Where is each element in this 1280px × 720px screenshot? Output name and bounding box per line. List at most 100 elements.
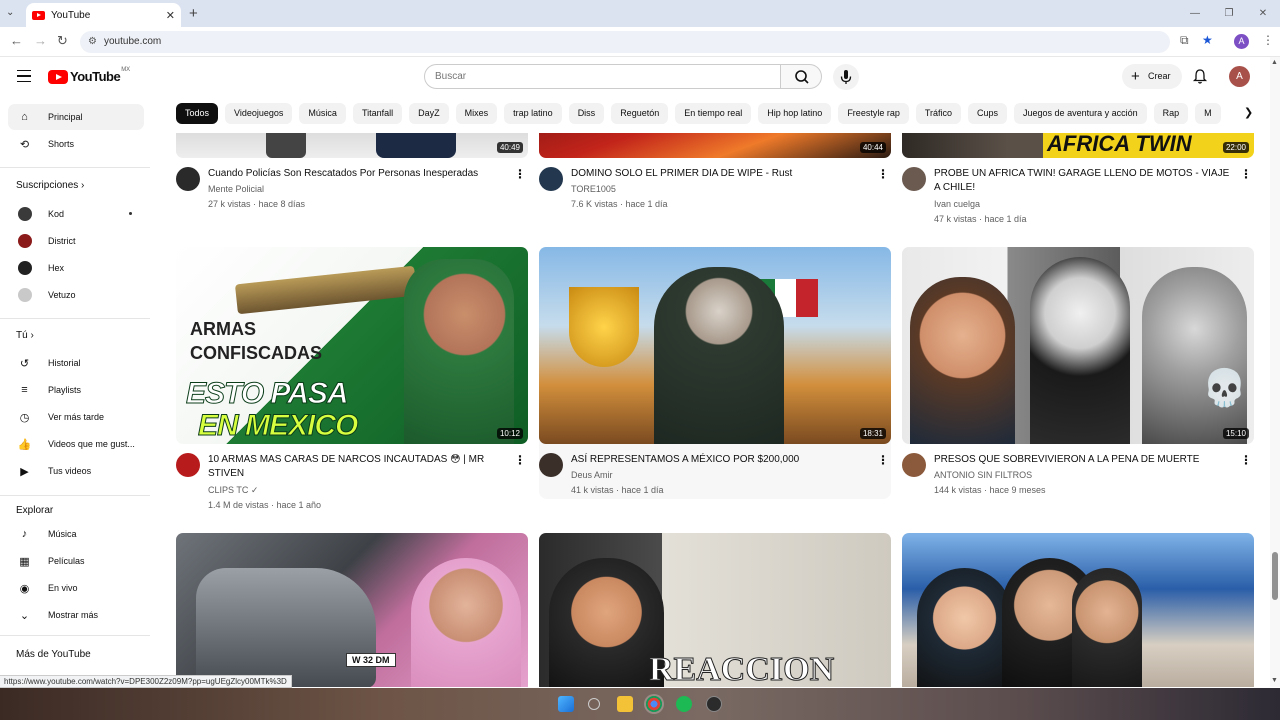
filter-chip[interactable]: Titanfall	[352, 103, 403, 124]
sidebar-item-principal[interactable]: ⌂ Principal	[8, 104, 144, 130]
video-title[interactable]: PROBE UN AFRICA TWIN! GARAGE LLENO DE MO…	[934, 167, 1234, 195]
browser-menu-icon[interactable]: ⋮	[1262, 33, 1274, 47]
channel-name[interactable]: Ivan cuelga	[934, 199, 980, 209]
subscription-item[interactable]: District	[8, 228, 144, 254]
filter-chip[interactable]: Freestyle rap	[838, 103, 909, 124]
youtube-logo[interactable]: YouTube MX	[48, 67, 130, 84]
more-options-icon[interactable]: ⋮	[514, 453, 526, 467]
create-button[interactable]: + Crear	[1122, 64, 1182, 89]
filter-chip[interactable]: Cups	[968, 103, 1008, 124]
spotify-icon[interactable]	[676, 696, 692, 712]
more-options-icon[interactable]: ⋮	[877, 453, 889, 467]
tab-search-icon[interactable]: ⌄	[6, 7, 14, 18]
channel-avatar[interactable]	[176, 453, 200, 477]
back-icon[interactable]: ←	[10, 33, 23, 48]
menu-icon[interactable]	[17, 70, 31, 82]
video-thumbnail[interactable]	[902, 533, 1254, 687]
subscriptions-heading[interactable]: Suscripciones ›	[16, 180, 84, 191]
filter-chip[interactable]: Diss	[568, 103, 605, 124]
filter-chip[interactable]: Mixes	[455, 103, 498, 124]
minimize-icon[interactable]: —	[1178, 0, 1212, 27]
close-tab-icon[interactable]: ✕	[166, 9, 175, 22]
install-app-icon[interactable]: ⧉	[1180, 33, 1189, 48]
chevron-right-icon[interactable]: ❯	[1244, 106, 1253, 119]
search-button[interactable]	[780, 64, 822, 89]
bookmark-star-icon[interactable]: ★	[1202, 33, 1213, 47]
filter-chip[interactable]: Todos	[176, 103, 219, 124]
more-options-icon[interactable]: ⋮	[1240, 167, 1252, 181]
browser-tab-youtube[interactable]: YouTube ✕	[26, 3, 181, 27]
video-thumbnail[interactable]: 40:44	[539, 133, 891, 158]
filter-chip[interactable]: Tráfico	[915, 103, 962, 124]
video-title[interactable]: 10 ARMAS MAS CARAS DE NARCOS INCAUTADAS …	[208, 453, 508, 481]
notifications-bell-icon[interactable]	[1192, 68, 1208, 90]
forward-icon[interactable]: →	[34, 33, 47, 48]
channel-name[interactable]: Mente Policial	[208, 184, 264, 194]
scroll-up-icon[interactable]: ▲	[1271, 59, 1278, 66]
file-explorer-icon[interactable]	[617, 696, 633, 712]
windows-start-icon[interactable]	[558, 696, 574, 712]
steam-icon[interactable]	[706, 696, 722, 712]
filter-chip[interactable]: Rap	[1153, 103, 1189, 124]
channel-avatar[interactable]	[539, 167, 563, 191]
search-input[interactable]: Buscar	[424, 64, 781, 89]
sidebar-item-history[interactable]: ↺ Historial	[8, 350, 144, 376]
sidebar-item-chevron-down[interactable]: ⌄ Mostrar más	[8, 602, 144, 628]
more-options-icon[interactable]: ⋮	[877, 167, 889, 181]
filter-chip[interactable]: DayZ	[409, 103, 449, 124]
chrome-icon[interactable]	[646, 696, 662, 712]
video-title[interactable]: ASÍ REPRESENTAMOS A MÉXICO POR $200,000	[571, 453, 871, 467]
channel-avatar[interactable]	[902, 167, 926, 191]
page-scrollbar[interactable]: ▲ ▼	[1270, 57, 1280, 687]
subscription-item[interactable]: Hex	[8, 255, 144, 281]
scrollbar-thumb[interactable]	[1272, 552, 1278, 600]
reload-icon[interactable]: ↻	[57, 33, 68, 49]
restore-icon[interactable]: ❐	[1212, 0, 1246, 27]
video-title[interactable]: PRESOS QUE SOBREVIVIERON A LA PENA DE MU…	[934, 453, 1234, 467]
filter-chip[interactable]: Videojuegos	[225, 103, 293, 124]
video-thumbnail[interactable]: 💀 15:10	[902, 247, 1254, 444]
video-thumbnail[interactable]: AFRICA TWIN 22:00	[902, 133, 1254, 158]
sidebar-item-watch-later[interactable]: ◷ Ver más tarde	[8, 404, 144, 430]
sidebar-item-music[interactable]: ♪ Música	[8, 521, 144, 547]
close-window-icon[interactable]: ✕	[1246, 0, 1280, 27]
channel-name[interactable]: Deus Amir	[571, 470, 613, 480]
browser-profile-avatar[interactable]: A	[1234, 34, 1249, 49]
scroll-down-icon[interactable]: ▼	[1271, 677, 1278, 684]
search-taskbar-icon[interactable]	[588, 698, 600, 710]
sidebar-item-your-videos[interactable]: ▶ Tus videos	[8, 458, 144, 484]
sidebar-item-shorts[interactable]: ⟲ Shorts	[8, 131, 144, 157]
video-thumbnail[interactable]: 40:49	[176, 133, 528, 158]
channel-avatar[interactable]	[539, 453, 563, 477]
subscription-item[interactable]: Kod	[8, 201, 144, 227]
sidebar-item-playlists[interactable]: ≡ Playlists	[8, 377, 144, 403]
filter-chip[interactable]: Juegos de aventura y acción	[1014, 103, 1147, 124]
new-tab-icon[interactable]: +	[189, 5, 198, 22]
filter-chip[interactable]: Reguetón	[611, 103, 669, 124]
video-thumbnail[interactable]: ARMAS CONFISCADAS ESTO PASA EN MEXICO 10…	[176, 247, 528, 444]
video-thumbnail[interactable]: REACCION	[539, 533, 891, 687]
subscription-item[interactable]: Vetuzo	[8, 282, 144, 308]
more-options-icon[interactable]: ⋮	[1240, 453, 1252, 467]
filter-chip[interactable]: trap latino	[504, 103, 562, 124]
sidebar-item-live[interactable]: ◉ En vivo	[8, 575, 144, 601]
sidebar-item-movies[interactable]: ▦ Películas	[8, 548, 144, 574]
address-bar[interactable]: ⚙ youtube.com	[80, 31, 1170, 53]
voice-search-button[interactable]	[833, 64, 859, 90]
video-title[interactable]: Cuando Policías Son Rescatados Por Perso…	[208, 167, 508, 181]
channel-name[interactable]: CLIPS TC ✓	[208, 485, 258, 496]
video-thumbnail[interactable]: 18:31	[539, 247, 891, 444]
you-heading[interactable]: Tú ›	[16, 330, 34, 341]
site-info-icon[interactable]: ⚙	[88, 31, 97, 53]
more-options-icon[interactable]: ⋮	[514, 167, 526, 181]
channel-avatar[interactable]	[902, 453, 926, 477]
filter-chip[interactable]: M	[1195, 103, 1221, 124]
filter-chip[interactable]: Hip hop latino	[758, 103, 832, 124]
filter-chip[interactable]: Música	[299, 103, 346, 124]
channel-name[interactable]: ANTONIO SIN FILTROS	[934, 470, 1032, 480]
channel-name[interactable]: TORE1005	[571, 184, 616, 194]
video-title[interactable]: DOMINO SOLO EL PRIMER DIA DE WIPE - Rust	[571, 167, 871, 181]
channel-avatar[interactable]	[176, 167, 200, 191]
video-thumbnail[interactable]: W 32 DM	[176, 533, 528, 687]
sidebar-item-liked-videos[interactable]: 👍 Videos que me gust...	[8, 431, 144, 457]
